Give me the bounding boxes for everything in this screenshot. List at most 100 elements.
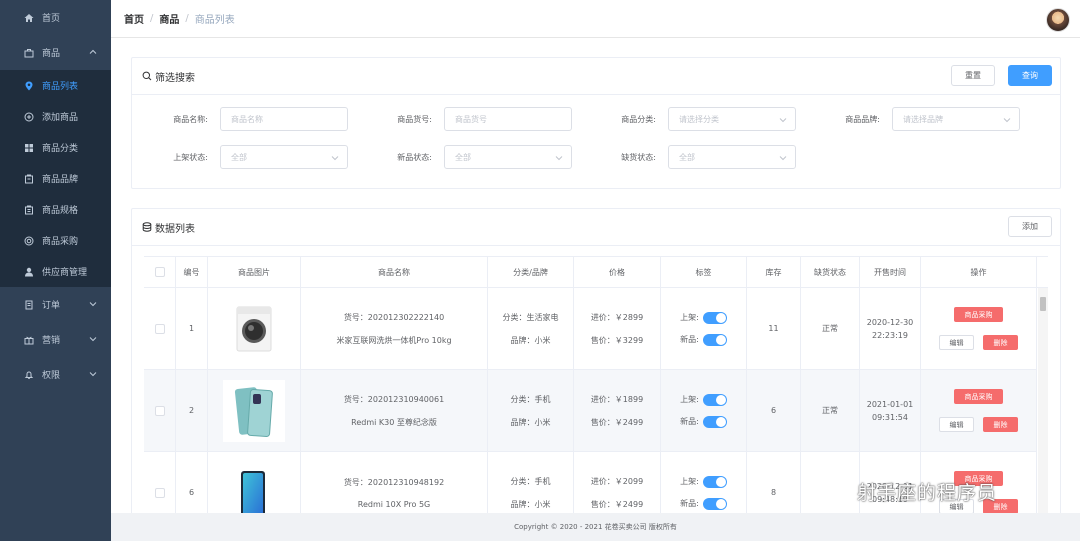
product-sn: 货号：202012310940061 <box>343 394 445 404</box>
table-scrollbar[interactable] <box>1038 288 1048 514</box>
sidebar-item-product-list[interactable]: 商品列表 <box>0 70 111 101</box>
sn-label: 商品货号: <box>397 114 432 124</box>
checkbox-cell <box>144 288 176 369</box>
sidebar-item-label: 订单 <box>42 301 61 311</box>
column-header: 标签 <box>661 257 747 287</box>
row-checkbox[interactable] <box>154 323 165 334</box>
stock-label: 缺货状态: <box>621 152 656 162</box>
sale-price: 售价：￥2499 <box>590 499 644 509</box>
new-status-select[interactable]: 全部 <box>444 145 572 169</box>
new-switch[interactable] <box>702 497 727 510</box>
category-select[interactable]: 请选择分类 <box>668 107 796 131</box>
scrollbar-thumb[interactable] <box>1040 297 1046 311</box>
purchase-button[interactable]: 商品采购 <box>954 389 1003 404</box>
shelf-tag-label: 上架: <box>680 477 699 486</box>
id-cell: 1 <box>176 288 208 369</box>
spec-icon <box>24 205 34 215</box>
sale-date: 2020-12-30 <box>866 317 914 327</box>
product-sn-input[interactable]: 商品货号 <box>444 107 572 131</box>
edit-button[interactable]: 编辑 <box>939 417 974 432</box>
shelf-switch[interactable] <box>702 393 727 406</box>
sidebar-item-supplier[interactable]: 供应商管理 <box>0 256 111 287</box>
product-name-input[interactable]: 商品名称 <box>220 107 348 131</box>
filter-header: 筛选搜索 重置 查询 <box>132 58 1060 95</box>
tag-cell: 上架: 新品: <box>661 288 747 369</box>
shelf-switch[interactable] <box>702 311 727 324</box>
sidebar-item-label: 商品品牌 <box>42 175 79 185</box>
sidebar-item-label: 权限 <box>42 371 61 381</box>
navbar: 首页 / 商品 / 商品列表 <box>111 0 1080 38</box>
add-button[interactable]: 添加 <box>1008 216 1052 237</box>
sidebar-item-purchase[interactable]: 商品采购 <box>0 225 111 256</box>
delete-button[interactable]: 删除 <box>983 335 1018 350</box>
cost-price: 进价：￥1899 <box>590 394 644 404</box>
sidebar-item-spec[interactable]: 商品规格 <box>0 194 111 225</box>
stock-status-cell: 正常 <box>801 370 860 451</box>
wechat-icon <box>817 480 846 502</box>
grid-icon <box>24 143 34 153</box>
washer-image <box>229 303 279 355</box>
row-checkbox[interactable] <box>154 487 165 498</box>
footer: Copyright © 2020 - 2021 花卷买卖公司 版权所有 <box>111 513 1080 541</box>
stock-status-select[interactable]: 全部 <box>668 145 796 169</box>
name-label: 商品名称: <box>173 114 208 124</box>
filter-card: 筛选搜索 重置 查询 商品名称: 商品名称 商品货号: 商品货号 商品分类: 请… <box>131 57 1061 189</box>
product-category: 分类：生活家电 <box>502 312 559 322</box>
watermark: 射手座的程序员 <box>817 478 997 505</box>
sidebar-item-permission[interactable]: 权限 <box>0 357 111 392</box>
column-header: 库存 <box>747 257 801 287</box>
sidebar-item-product[interactable]: 商品 <box>0 35 111 70</box>
sidebar-item-marketing[interactable]: 营销 <box>0 322 111 357</box>
price-cell: 进价：￥1899 售价：￥2499 <box>574 370 661 451</box>
placeholder: 商品货号 <box>455 114 487 124</box>
table-row: 1 货号：202012302222140 米家互联网洗烘一体机Pro 10kg … <box>144 288 1037 370</box>
product-category: 分类：手机 <box>510 476 551 486</box>
product-name: Redmi 10X Pro 5G <box>357 499 431 509</box>
brand-label: 商品品牌: <box>845 114 880 124</box>
row-checkbox[interactable] <box>154 405 165 416</box>
shelf-status-select[interactable]: 全部 <box>220 145 348 169</box>
column-header: 缺货状态 <box>801 257 860 287</box>
breadcrumb-home[interactable]: 首页 <box>124 11 144 26</box>
sale-time: 22:23:19 <box>872 330 908 340</box>
column-header: 商品名称 <box>301 257 488 287</box>
shelf-switch[interactable] <box>702 475 727 488</box>
plus-circle-icon <box>24 112 34 122</box>
placeholder: 请选择分类 <box>679 114 719 124</box>
brand-select[interactable]: 请选择品牌 <box>892 107 1020 131</box>
product-category: 分类：手机 <box>510 394 551 404</box>
sidebar-item-add-product[interactable]: 添加商品 <box>0 101 111 132</box>
price-cell: 进价：￥2899 售价：￥3299 <box>574 288 661 369</box>
chevron-down-icon <box>1003 118 1011 123</box>
sale-time: 09:31:54 <box>872 412 908 422</box>
sidebar-item-order[interactable]: 订单 <box>0 287 111 322</box>
delete-button[interactable]: 删除 <box>983 417 1018 432</box>
query-button[interactable]: 查询 <box>1008 65 1052 86</box>
column-header: 商品图片 <box>208 257 301 287</box>
reset-button[interactable]: 重置 <box>951 65 995 86</box>
chevron-down-icon <box>89 302 97 307</box>
chevron-down-icon <box>89 337 97 342</box>
new-switch[interactable] <box>702 333 727 346</box>
content-panel: 筛选搜索 重置 查询 商品名称: 商品名称 商品货号: 商品货号 商品分类: 请… <box>111 38 1080 528</box>
main-area: 首页 / 商品 / 商品列表 筛选搜索 重置 查询 商品名称: 商品名称 商品货… <box>111 0 1080 541</box>
new-switch[interactable] <box>702 415 727 428</box>
table-row: 2 货号：202012310940061 Redmi K30 至尊纪念版 分类：… <box>144 370 1037 452</box>
sale-time-cell: 2020-12-30 22:23:19 <box>860 288 921 369</box>
avatar[interactable] <box>1046 8 1070 32</box>
product-sn: 货号：202012310948192 <box>343 477 445 487</box>
image-cell <box>208 288 301 369</box>
select-all-checkbox[interactable] <box>154 267 165 277</box>
sidebar-item-brand[interactable]: 商品品牌 <box>0 163 111 194</box>
breadcrumb-product[interactable]: 商品 <box>159 11 179 26</box>
sidebar-item-home[interactable]: 首页 <box>0 0 111 35</box>
purchase-button[interactable]: 商品采购 <box>954 307 1003 322</box>
phone-image <box>229 467 279 519</box>
select-value: 全部 <box>679 152 695 162</box>
edit-button[interactable]: 编辑 <box>939 335 974 350</box>
sidebar-item-category[interactable]: 商品分类 <box>0 132 111 163</box>
new-tag-label: 新品: <box>680 499 699 508</box>
new-label: 新品状态: <box>397 152 432 162</box>
sidebar-item-label: 供应商管理 <box>42 268 88 278</box>
column-header: 分类/品牌 <box>488 257 574 287</box>
